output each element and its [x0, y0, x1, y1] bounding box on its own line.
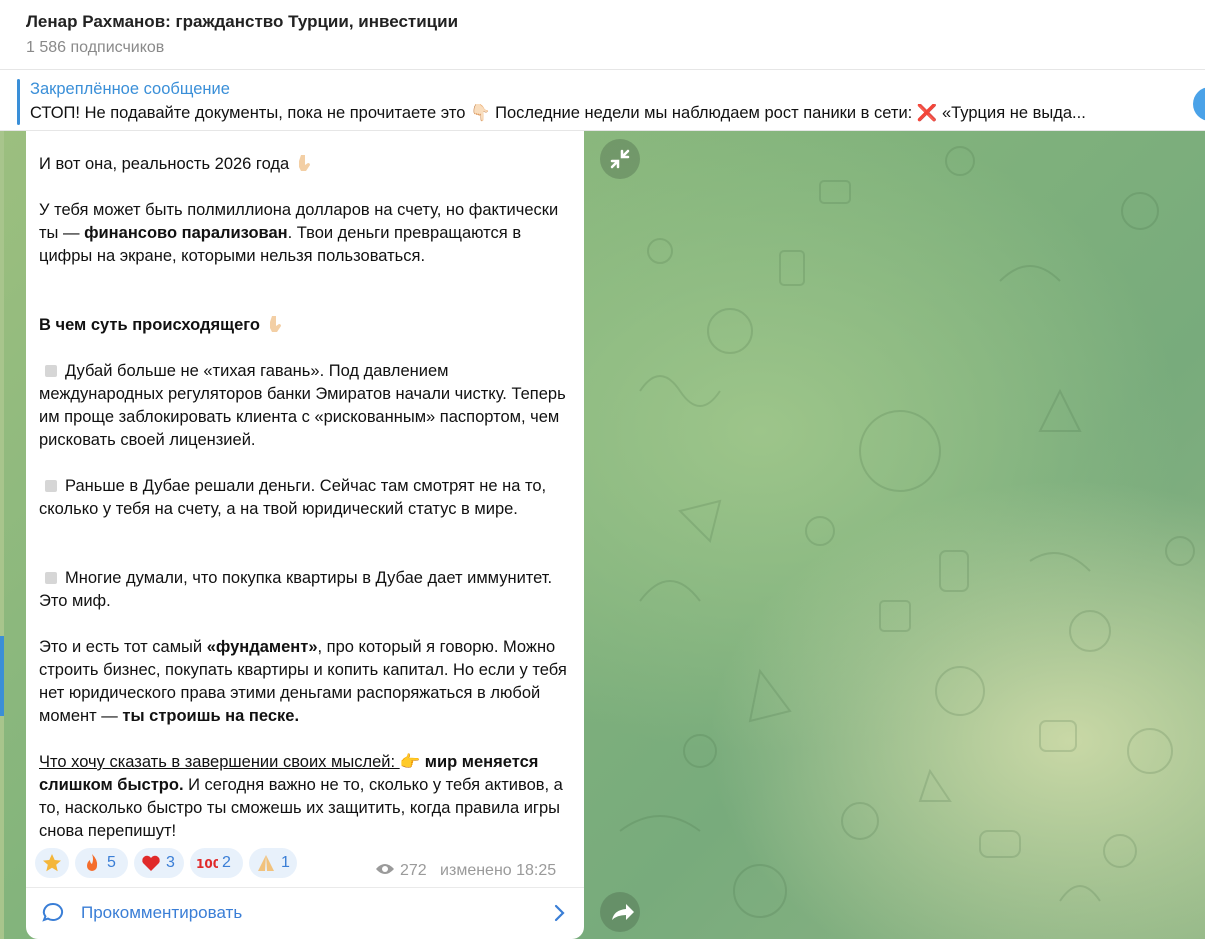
reaction-heart[interactable]: 3: [134, 848, 184, 878]
fire-icon: [87, 854, 98, 871]
message-paragraph-4: Это и есть тот самый «фундамент», про ко…: [39, 636, 569, 728]
comment-divider: [26, 887, 584, 888]
pray-icon: [258, 855, 274, 871]
reaction-pray[interactable]: 1: [249, 848, 297, 878]
p4-bold-a: «фундамент»: [206, 638, 318, 656]
square-bullet-icon: [45, 365, 57, 377]
bullet-1: Дубай больше не «тихая гавань». Под давл…: [39, 360, 569, 452]
point-down-icon: [269, 316, 281, 332]
square-bullet-icon: [45, 480, 57, 492]
pinned-message[interactable]: Закреплённое сообщение СТОП! Не подавайт…: [0, 70, 1205, 131]
heart-icon: [142, 855, 160, 871]
pointing-hand-icon: 👉: [399, 753, 421, 771]
left-edge: [0, 131, 4, 939]
views-eye-icon: [376, 864, 394, 874]
share-arrow-icon: [612, 904, 634, 920]
left-marker: [0, 636, 4, 716]
reaction-star[interactable]: [35, 848, 69, 878]
reaction-count: 1: [281, 854, 290, 871]
p5-underlined: Что хочу сказать в завершении своих мысл…: [39, 753, 400, 771]
edited-time: изменено 18:25: [440, 862, 557, 879]
svg-text:100: 100: [196, 857, 218, 871]
message-meta: 272 изменено 18:25: [375, 862, 556, 880]
message-paragraph-5: Что хочу сказать в завершении своих мысл…: [39, 751, 569, 843]
p2-bold: финансово парализован: [84, 224, 288, 242]
collapse-button[interactable]: [600, 139, 640, 179]
pinned-text: СТОП! Не подавайте документы, пока не пр…: [30, 104, 1086, 122]
bullet-2-text: Раньше в Дубае решали деньги. Сейчас там…: [39, 477, 547, 518]
bullet-3-text: Многие думали, что покупка квартиры в Ду…: [39, 569, 553, 610]
channel-title[interactable]: Ленар Рахманов: гражданство Турции, инве…: [26, 12, 458, 32]
comment-bubble-icon: [42, 902, 64, 922]
point-down-icon: [298, 155, 310, 171]
view-count: 272: [400, 862, 427, 879]
bullet-1-text: Дубай больше не «тихая гавань». Под давл…: [39, 362, 566, 449]
pinned-indicator: [17, 79, 20, 125]
message-paragraph-2: У тебя может быть полмиллиона долларов н…: [39, 199, 569, 268]
reaction-count: 2: [222, 854, 231, 871]
p4-text-a: Это и есть тот самый: [39, 638, 207, 656]
paragraph-1-text: И вот она, реальность 2026 года: [39, 155, 290, 173]
pinned-list-button[interactable]: [1193, 87, 1205, 121]
reaction-count: 5: [107, 854, 116, 871]
p4-bold-d: ты строишь на песке.: [122, 707, 300, 725]
message-paragraph-1: И вот она, реальность 2026 года: [39, 153, 569, 176]
bullet-3: Многие думали, что покупка квартиры в Ду…: [39, 567, 569, 613]
square-bullet-icon: [45, 572, 57, 584]
hundred-icon: 100: [196, 857, 218, 871]
heading-text: В чем суть происходящего: [39, 316, 260, 334]
pinned-label: Закреплённое сообщение: [30, 80, 230, 98]
star-icon: [43, 854, 61, 872]
chevron-right-icon[interactable]: [552, 903, 568, 923]
subscriber-count: 1 586 подписчиков: [26, 39, 165, 56]
channel-header[interactable]: Ленар Рахманов: гражданство Турции, инве…: [0, 0, 1205, 70]
comment-button[interactable]: Прокомментировать: [81, 903, 242, 923]
reaction-fire[interactable]: 5: [75, 848, 128, 878]
collapse-icon: [610, 149, 630, 169]
section-heading: В чем суть происходящего: [39, 314, 569, 337]
reaction-count: 3: [166, 854, 175, 871]
reaction-hundred[interactable]: 100 2: [190, 848, 243, 878]
bullet-2: Раньше в Дубае решали деньги. Сейчас там…: [39, 475, 569, 521]
share-button[interactable]: [600, 892, 640, 932]
